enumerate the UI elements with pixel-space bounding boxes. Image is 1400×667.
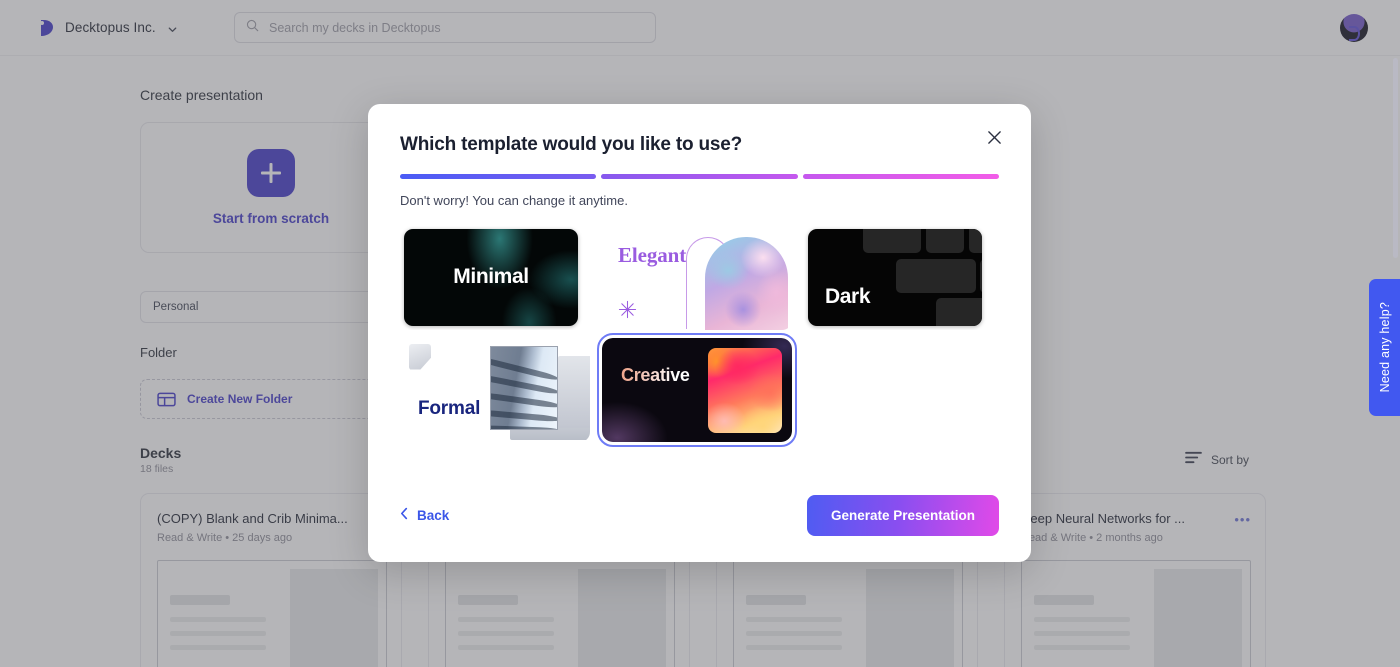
back-label: Back	[417, 508, 450, 523]
modal-subtitle: Don't worry! You can change it anytime.	[400, 192, 628, 208]
template-option-formal[interactable]: Formal	[400, 337, 590, 442]
close-button[interactable]	[983, 129, 1005, 151]
template-label-creative: Creative	[621, 364, 690, 385]
formal-building-image	[490, 345, 558, 430]
modal-title: Which template would you like to use?	[400, 134, 743, 155]
template-option-elegant[interactable]: Elegant	[602, 225, 792, 330]
page-scrollbar[interactable]	[1393, 58, 1398, 258]
progress-segment-1	[400, 174, 597, 179]
need-help-label: Need any help?	[1377, 302, 1392, 393]
need-help-tab[interactable]: Need any help?	[1369, 279, 1400, 416]
template-label-formal: Formal	[418, 397, 481, 419]
template-label-elegant: Elegant	[618, 242, 687, 267]
formal-corner-shape	[409, 343, 431, 370]
creative-preview: Creative	[602, 337, 792, 442]
template-picker-modal: Which template would you like to use? Do…	[368, 104, 1031, 562]
chevron-left-icon	[400, 507, 409, 525]
minimal-preview: Minimal	[404, 228, 578, 326]
formal-shadow-shape-2	[558, 355, 590, 428]
creative-gradient-image	[708, 347, 782, 433]
template-option-minimal[interactable]: Minimal	[400, 225, 590, 330]
modal-footer: Back Generate Presentation	[400, 495, 999, 536]
dark-preview: Dark	[808, 228, 982, 326]
back-button[interactable]: Back	[400, 507, 449, 525]
progress-segment-2	[601, 174, 798, 179]
close-icon	[987, 130, 1002, 150]
template-option-creative[interactable]: Creative	[597, 332, 797, 447]
template-option-dark[interactable]: Dark	[804, 225, 994, 330]
generate-presentation-button[interactable]: Generate Presentation	[806, 495, 999, 536]
progress-segment-3	[802, 174, 999, 179]
template-label-minimal: Minimal	[453, 265, 529, 288]
elegant-crystal-image	[705, 236, 788, 330]
template-grid: Minimal Elegant Dark Formal Creative	[400, 225, 999, 447]
step-progress	[400, 174, 999, 179]
sparkle-icon	[618, 300, 637, 319]
template-label-dark: Dark	[825, 284, 871, 308]
app-root: Decktopus Inc. Search my decks in Deckto…	[0, 0, 1400, 667]
